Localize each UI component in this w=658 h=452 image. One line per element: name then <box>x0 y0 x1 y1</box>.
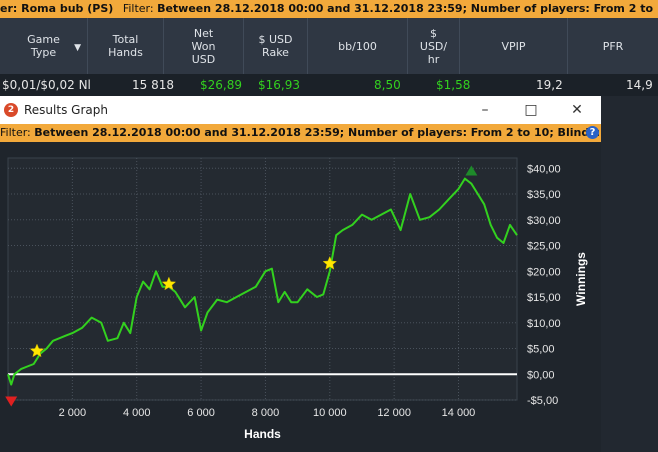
y-tick-label: $35,00 <box>527 189 561 201</box>
col-vpip-label: VPIP <box>501 39 526 53</box>
x-tick-label: 6 000 <box>187 407 215 419</box>
filter-text[interactable]: Between 28.12.2018 00:00 and 31.12.2018 … <box>157 2 658 15</box>
window-titlebar[interactable]: 2 Results Graph – □ ✕ <box>0 96 601 124</box>
y-tick-label: $30,00 <box>527 215 561 227</box>
col-net-won[interactable]: Net Won USD <box>164 18 244 74</box>
cell-rake: $16,93 <box>258 78 300 92</box>
col-game-type[interactable]: Game Type ▼ <box>0 18 88 74</box>
sort-down-icon[interactable]: ▼ <box>74 42 81 55</box>
x-tick-label: 4 000 <box>123 407 151 419</box>
col-usd-hr[interactable]: $ USD/ hr <box>408 18 460 74</box>
app-logo-icon: 2 <box>4 103 18 117</box>
y-axis-label: Winnings <box>574 252 588 306</box>
stats-table-header: Game Type ▼ Total Hands Net Won USD $ US… <box>0 18 658 74</box>
col-net-won-label: Net Won USD <box>191 26 216 66</box>
col-usd-hr-label: $ USD/ hr <box>419 26 448 66</box>
table-row[interactable]: $0,01/$0,02 Nl 15 818 $26,89 $16,93 8,50… <box>0 74 658 96</box>
y-tick-label: $25,00 <box>527 241 561 253</box>
y-tick-label: -$5,00 <box>527 395 558 407</box>
x-tick-label: 2 000 <box>59 407 87 419</box>
col-rake-label: $ USD Rake <box>258 33 293 59</box>
y-tick-label: $0,00 <box>527 369 555 381</box>
x-axis-label: Hands <box>244 427 281 441</box>
close-icon[interactable]: ✕ <box>554 96 600 124</box>
help-icon[interactable]: ? <box>586 126 599 139</box>
window-title: Results Graph <box>24 103 108 117</box>
col-bb100-label: bb/100 <box>338 39 377 53</box>
x-tick-label: 14 000 <box>442 407 476 419</box>
x-tick-label: 12 000 <box>377 407 411 419</box>
y-tick-label: $10,00 <box>527 318 561 330</box>
graph-filter-label: Filter: <box>0 126 31 139</box>
plot-area: -$5,00 $0,00 $5,00 $10,00 $15,00 $20,00 $25,00… <box>0 142 601 452</box>
col-vpip[interactable]: VPIP <box>460 18 568 74</box>
graph-filter-bar[interactable]: Filter: Between 28.12.2018 00:00 and 31.… <box>0 124 601 142</box>
results-graph-window: 2 Results Graph – □ ✕ Filter: Between 28… <box>0 96 601 452</box>
y-tick-label: $20,00 <box>527 266 561 278</box>
filter-label: Filter: <box>122 2 154 15</box>
col-rake[interactable]: $ USD Rake <box>244 18 308 74</box>
player-name: er: Roma bub (PS) <box>0 2 114 15</box>
min-marker <box>5 396 18 407</box>
cell-pfr: 14,9 <box>626 78 653 92</box>
y-tick-label: $40,00 <box>527 163 561 175</box>
cell-game-type: $0,01/$0,02 Nl <box>2 78 91 92</box>
col-total-hands-label: Total Hands <box>108 33 143 59</box>
results-chart: -$5,00 $0,00 $5,00 $10,00 $15,00 $20,00 $25,00… <box>5 157 588 441</box>
cell-net-won: $26,89 <box>200 78 242 92</box>
y-tick-label: $15,00 <box>527 292 561 304</box>
cell-total-hands: 15 818 <box>132 78 174 92</box>
col-pfr-label: PFR <box>602 39 624 53</box>
x-tick-label: 10 000 <box>313 407 347 419</box>
cell-usd-hr: $1,58 <box>436 78 471 92</box>
background-panel <box>601 96 658 452</box>
x-tick-label: 8 000 <box>252 407 280 419</box>
maximize-icon[interactable]: □ <box>508 96 554 124</box>
col-bb100[interactable]: bb/100 <box>308 18 408 74</box>
cell-vpip: 19,2 <box>536 78 563 92</box>
y-tick-label: $5,00 <box>527 344 555 356</box>
col-total-hands[interactable]: Total Hands <box>88 18 164 74</box>
cell-bb100: 8,50 <box>374 78 401 92</box>
col-game-type-label: Game Type <box>27 33 60 59</box>
graph-filter-text: Between 28.12.2018 00:00 and 31.12.2018 … <box>34 126 601 139</box>
top-filter-bar: er: Roma bub (PS) Filter: Between 28.12.… <box>0 0 658 18</box>
col-pfr[interactable]: PFR <box>568 18 658 74</box>
minimize-icon[interactable]: – <box>462 96 508 124</box>
